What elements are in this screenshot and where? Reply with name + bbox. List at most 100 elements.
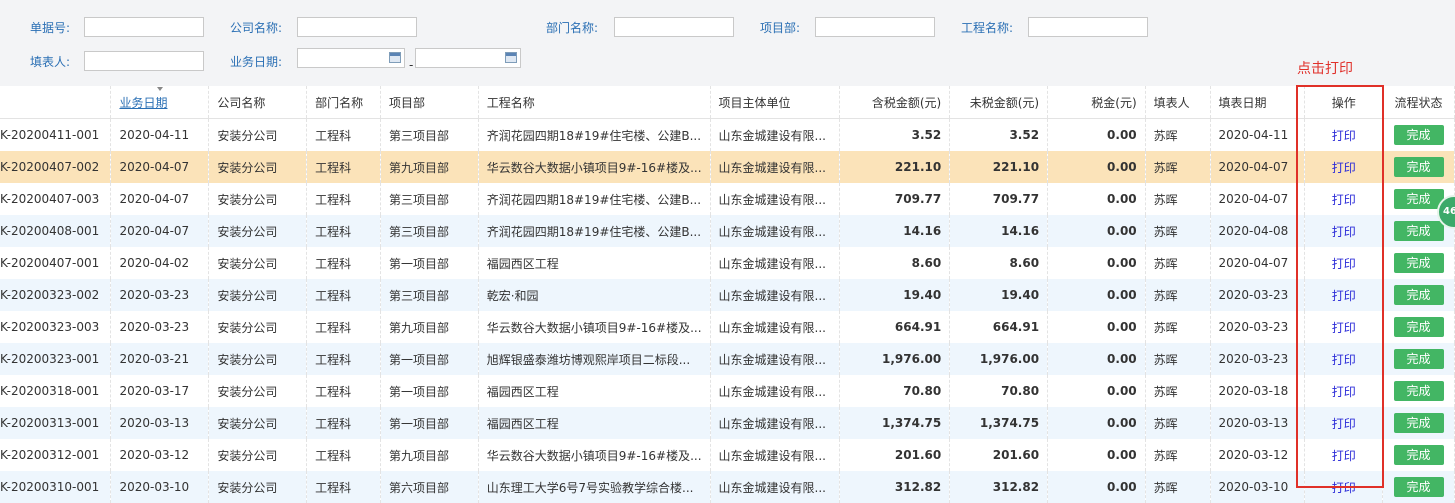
dept-input[interactable] — [614, 17, 734, 37]
table-row[interactable]: K-20200323-0032020-03-23安装分公司工程科第九项目部华云数… — [0, 311, 1455, 343]
col-header-flow-status: 流程状态 — [1383, 86, 1455, 119]
col-header-company[interactable]: 公司名称 — [209, 86, 307, 119]
status-done-button[interactable]: 完成 — [1394, 221, 1444, 241]
project-dept-input[interactable] — [815, 17, 935, 37]
row-filler: 苏晖 — [1145, 279, 1210, 311]
row-project-name: 华云数谷大数据小镇项目9#-16#楼及... — [478, 439, 710, 471]
col-header-main-unit[interactable]: 项目主体单位 — [710, 86, 840, 119]
status-done-button[interactable]: 完成 — [1394, 317, 1444, 337]
row-code: K-20200312-001 — [0, 439, 111, 471]
table-row[interactable]: K-20200407-0022020-04-07安装分公司工程科第九项目部华云数… — [0, 151, 1455, 183]
print-link[interactable]: 打印 — [1332, 385, 1356, 399]
row-dept: 工程科 — [307, 311, 381, 343]
calendar-icon[interactable] — [389, 52, 401, 63]
order-no-input[interactable] — [84, 17, 204, 37]
table-row[interactable]: K-20200312-0012020-03-12安装分公司工程科第九项目部华云数… — [0, 439, 1455, 471]
row-fill-date: 2020-04-08 — [1210, 215, 1305, 247]
print-link[interactable]: 打印 — [1332, 225, 1356, 239]
filler-input[interactable] — [84, 51, 204, 71]
row-filler: 苏晖 — [1145, 471, 1210, 503]
row-action-cell: 打印 — [1305, 471, 1383, 503]
col-header-tax-incl[interactable]: 含税金额(元) — [840, 86, 950, 119]
row-tax: 0.00 — [1048, 311, 1146, 343]
row-action-cell: 打印 — [1305, 407, 1383, 439]
row-dept: 工程科 — [307, 407, 381, 439]
table-row[interactable]: K-20200318-0012020-03-17安装分公司工程科第一项目部福园西… — [0, 375, 1455, 407]
table-row[interactable]: K-20200323-0012020-03-21安装分公司工程科第一项目部旭辉银… — [0, 343, 1455, 375]
row-action-cell: 打印 — [1305, 343, 1383, 375]
row-fill-date: 2020-04-07 — [1210, 151, 1305, 183]
row-main-unit: 山东金城建设有限... — [710, 279, 840, 311]
project-name-input[interactable] — [1028, 17, 1148, 37]
row-main-unit: 山东金城建设有限... — [710, 471, 840, 503]
biz-date-label: 业务日期: — [230, 55, 282, 69]
table-row[interactable]: K-20200310-0012020-03-10安装分公司工程科第六项目部山东理… — [0, 471, 1455, 503]
print-link[interactable]: 打印 — [1332, 193, 1356, 207]
table-row[interactable]: K-20200313-0012020-03-13安装分公司工程科第一项目部福园西… — [0, 407, 1455, 439]
row-fill-date: 2020-03-10 — [1210, 471, 1305, 503]
table-row[interactable]: K-20200408-0012020-04-07安装分公司工程科第三项目部齐润花… — [0, 215, 1455, 247]
row-biz-date: 2020-03-10 — [111, 471, 209, 503]
row-tax-incl: 1,374.75 — [840, 407, 950, 439]
row-dept: 工程科 — [307, 215, 381, 247]
col-header-biz-date[interactable]: 业务日期 — [111, 86, 209, 119]
col-header-fill-date[interactable]: 填表日期 — [1210, 86, 1305, 119]
row-tax-excl: 201.60 — [950, 439, 1048, 471]
table-row[interactable]: K-20200323-0022020-03-23安装分公司工程科第三项目部乾宏·… — [0, 279, 1455, 311]
print-link[interactable]: 打印 — [1332, 417, 1356, 431]
status-done-button[interactable]: 完成 — [1394, 125, 1444, 145]
col-header-project-dept[interactable]: 项目部 — [380, 86, 478, 119]
calendar-icon[interactable] — [505, 52, 517, 63]
table-row[interactable]: K-20200407-0032020-04-07安装分公司工程科第三项目部齐润花… — [0, 183, 1455, 215]
status-done-button[interactable]: 完成 — [1394, 445, 1444, 465]
row-action-cell: 打印 — [1305, 247, 1383, 279]
print-link[interactable]: 打印 — [1332, 161, 1356, 175]
order-no-label: 单据号: — [30, 21, 70, 35]
table-row[interactable]: K-20200411-0012020-04-11安装分公司工程科第三项目部齐润花… — [0, 119, 1455, 152]
table-body: K-20200411-0012020-04-11安装分公司工程科第三项目部齐润花… — [0, 119, 1455, 503]
print-link[interactable]: 打印 — [1332, 289, 1356, 303]
row-code: K-20200407-001 — [0, 247, 111, 279]
row-tax-excl: 312.82 — [950, 471, 1048, 503]
status-done-button[interactable]: 完成 — [1394, 285, 1444, 305]
row-flow-cell: 完成 — [1383, 311, 1455, 343]
col-header-filler[interactable]: 填表人 — [1145, 86, 1210, 119]
row-tax: 0.00 — [1048, 151, 1146, 183]
print-link[interactable]: 打印 — [1332, 321, 1356, 335]
row-filler: 苏晖 — [1145, 183, 1210, 215]
status-done-button[interactable]: 完成 — [1394, 349, 1444, 369]
date-end-input[interactable] — [415, 48, 521, 68]
col-header-tax-excl[interactable]: 未税金额(元) — [950, 86, 1048, 119]
print-link[interactable]: 打印 — [1332, 129, 1356, 143]
status-done-button[interactable]: 完成 — [1394, 189, 1444, 209]
row-filler: 苏晖 — [1145, 215, 1210, 247]
row-flow-cell: 完成 — [1383, 375, 1455, 407]
row-dept: 工程科 — [307, 247, 381, 279]
print-link[interactable]: 打印 — [1332, 257, 1356, 271]
row-tax-incl: 201.60 — [840, 439, 950, 471]
status-done-button[interactable]: 完成 — [1394, 253, 1444, 273]
row-project-name: 齐润花园四期18#19#住宅楼、公建B... — [478, 119, 710, 152]
print-link[interactable]: 打印 — [1332, 353, 1356, 367]
status-done-button[interactable]: 完成 — [1394, 157, 1444, 177]
table-row[interactable]: K-20200407-0012020-04-02安装分公司工程科第一项目部福园西… — [0, 247, 1455, 279]
status-done-button[interactable]: 完成 — [1394, 477, 1444, 497]
status-done-button[interactable]: 完成 — [1394, 413, 1444, 433]
row-tax-excl: 1,374.75 — [950, 407, 1048, 439]
row-biz-date: 2020-03-17 — [111, 375, 209, 407]
status-done-button[interactable]: 完成 — [1394, 381, 1444, 401]
row-company: 安装分公司 — [209, 407, 307, 439]
row-code: K-20200323-002 — [0, 279, 111, 311]
date-start-input[interactable] — [297, 48, 405, 68]
company-input[interactable] — [297, 17, 417, 37]
col-header-tax[interactable]: 税金(元) — [1048, 86, 1146, 119]
print-link[interactable]: 打印 — [1332, 481, 1356, 495]
table-header: 业务日期 公司名称 部门名称 项目部 工程名称 项目主体单位 含税金额(元) 未… — [0, 86, 1455, 119]
row-flow-cell: 完成 — [1383, 439, 1455, 471]
row-project-dept: 第三项目部 — [380, 119, 478, 152]
row-company: 安装分公司 — [209, 471, 307, 503]
col-header-dept[interactable]: 部门名称 — [307, 86, 381, 119]
row-biz-date: 2020-04-07 — [111, 183, 209, 215]
col-header-project-name[interactable]: 工程名称 — [478, 86, 710, 119]
print-link[interactable]: 打印 — [1332, 449, 1356, 463]
